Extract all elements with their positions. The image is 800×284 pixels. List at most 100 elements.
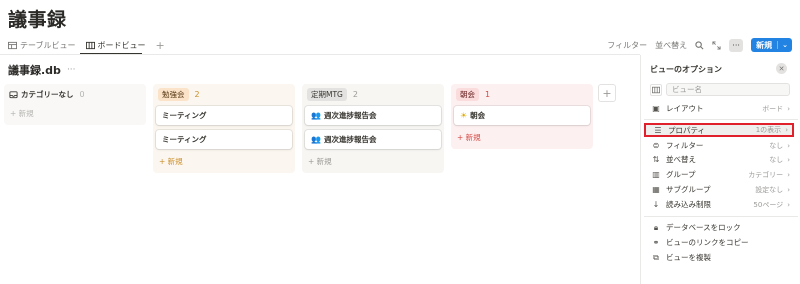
column-header: 勉強会 2 xyxy=(156,87,292,101)
option-group[interactable]: ▥ グループ カテゴリー › xyxy=(644,168,794,181)
table-icon xyxy=(8,41,17,49)
view-name-row: ビュー名 xyxy=(650,83,790,96)
column-header: カテゴリーなし 0 xyxy=(7,87,143,101)
board-column-none: カテゴリーなし 0 + 新規 xyxy=(4,84,146,125)
option-label: レイアウト xyxy=(666,104,704,113)
group-icon: ▥ xyxy=(652,170,660,179)
board-card[interactable]: ミーティング xyxy=(156,106,292,125)
list-icon: ☰ xyxy=(654,125,662,135)
card-title: 週次進捗報告会 xyxy=(323,135,377,144)
people-icon: 👥 xyxy=(311,111,321,120)
subgroup-icon: ▦ xyxy=(652,185,660,194)
board-card[interactable]: ミーティング xyxy=(156,130,292,149)
action-lock-database[interactable]: 🔒︎ データベースをロック xyxy=(644,221,794,234)
chevron-right-icon: › xyxy=(787,185,790,194)
people-icon: 👥 xyxy=(311,135,321,144)
column-name: カテゴリーなし xyxy=(21,89,74,99)
database-title: 議事録.db ··· xyxy=(8,62,76,78)
board-column-mtg: 定期MTG 2 👥 週次進捗報告会 👥 週次進捗報告会 + 新規 xyxy=(302,84,444,173)
card-title: ミーティング xyxy=(162,135,207,144)
new-card-button[interactable]: + 新規 xyxy=(305,155,441,167)
load-limit-icon: ↓ xyxy=(652,200,660,209)
tab-board-view[interactable]: ボードビュー xyxy=(85,38,146,52)
chevron-right-icon: › xyxy=(785,126,788,134)
page-title: 議事録 xyxy=(8,9,67,31)
card-title: 週次進捗報告会 xyxy=(323,111,377,120)
new-card-button[interactable]: + 新規 xyxy=(7,107,143,119)
view-icon-picker[interactable] xyxy=(650,83,662,96)
duplicate-icon: ⧉ xyxy=(653,252,659,262)
action-copy-link[interactable]: ⚭ ビューのリンクをコピー xyxy=(644,236,794,249)
option-value: ボード xyxy=(762,104,784,113)
option-value: なし xyxy=(769,155,784,164)
option-label: サブグループ xyxy=(666,185,711,194)
column-count: 2 xyxy=(194,89,200,99)
option-load-limit[interactable]: ↓ 読み込み制限 50ページ › xyxy=(644,198,794,211)
column-count: 2 xyxy=(352,89,358,99)
option-properties[interactable]: ☰ プロパティ 1の表示 › xyxy=(644,123,794,137)
search-icon[interactable] xyxy=(695,40,704,50)
option-filter[interactable]: ⊜ フィルター なし › xyxy=(644,139,794,152)
lock-icon: 🔒︎ xyxy=(653,222,659,232)
new-card-button[interactable]: + 新規 xyxy=(156,155,292,167)
chevron-right-icon: › xyxy=(787,141,790,150)
panel-title: ビューのオプション xyxy=(650,65,722,74)
column-count: 1 xyxy=(485,89,491,99)
option-label: 読み込み制限 xyxy=(666,200,711,209)
view-toolbar: フィルター 並べ替え ··· 新規 ⌄ xyxy=(607,38,792,52)
new-button-label: 新規 xyxy=(756,40,773,50)
board-column-study: 勉強会 2 ミーティング ミーティング + 新規 xyxy=(153,84,295,173)
action-label: データベースをロック xyxy=(666,223,741,232)
divider xyxy=(644,216,798,217)
divider xyxy=(644,119,798,120)
chevron-down-icon[interactable]: ⌄ xyxy=(777,41,792,49)
new-button[interactable]: 新規 ⌄ xyxy=(751,38,792,52)
inbox-icon xyxy=(9,90,18,98)
database-title-text: 議事録.db xyxy=(8,64,61,77)
close-icon[interactable]: ✕ xyxy=(776,63,787,74)
view-name-input[interactable]: ビュー名 xyxy=(666,83,790,96)
option-subgroup[interactable]: ▦ サブグループ 設定なし › xyxy=(644,183,794,196)
option-sort[interactable]: ⇅ 並べ替え なし › xyxy=(644,153,794,166)
add-group-button[interactable]: + xyxy=(598,84,616,102)
board-icon xyxy=(652,86,660,93)
add-view-button[interactable]: + xyxy=(156,39,165,52)
column-tag: 朝会 xyxy=(456,87,479,101)
tab-board-view-label: ボードビュー xyxy=(97,40,146,50)
filter-icon: ⊜ xyxy=(652,141,660,150)
chevron-right-icon: › xyxy=(787,170,790,179)
board-card[interactable]: ☀ 朝会 xyxy=(454,106,590,125)
option-layout[interactable]: ▣ レイアウト ボード › xyxy=(644,102,794,115)
option-label: フィルター xyxy=(666,141,704,150)
board-card[interactable]: 👥 週次進捗報告会 xyxy=(305,106,441,125)
database-more-icon[interactable]: ··· xyxy=(67,65,76,75)
option-value: 50ページ xyxy=(753,200,784,209)
card-title: ミーティング xyxy=(162,111,207,120)
more-options-button[interactable]: ··· xyxy=(729,38,744,52)
layout-icon: ▣ xyxy=(652,104,660,113)
tab-table-view[interactable]: テーブルビュー xyxy=(8,38,76,52)
sort-button[interactable]: 並べ替え xyxy=(655,40,687,51)
option-value: カテゴリー xyxy=(748,170,784,179)
chevron-right-icon: › xyxy=(787,155,790,164)
option-label: グループ xyxy=(666,170,696,179)
option-value: なし xyxy=(769,141,784,150)
board-column-morning: 朝会 1 ☀ 朝会 + 新規 xyxy=(451,84,593,149)
link-icon: ⚭ xyxy=(652,238,660,247)
board-card[interactable]: 👥 週次進捗報告会 xyxy=(305,130,441,149)
tab-table-view-label: テーブルビュー xyxy=(20,40,76,50)
new-card-button[interactable]: + 新規 xyxy=(454,131,590,143)
sun-icon: ☀ xyxy=(460,111,468,120)
expand-icon[interactable] xyxy=(712,40,721,50)
action-duplicate-view[interactable]: ⧉ ビューを複製 xyxy=(644,251,794,264)
option-label: プロパティ xyxy=(668,125,706,135)
view-options-panel: ビューのオプション ✕ ビュー名 ▣ レイアウト ボード › ☰ プロパティ 1… xyxy=(640,55,800,284)
card-title: 朝会 xyxy=(470,111,486,120)
column-count: 0 xyxy=(79,89,85,99)
option-value: 設定なし xyxy=(755,185,784,194)
column-header: 定期MTG 2 xyxy=(305,87,441,101)
board-icon xyxy=(85,41,95,49)
option-value: 1の表示 xyxy=(755,126,782,134)
option-label: 並べ替え xyxy=(666,155,696,164)
filter-button[interactable]: フィルター xyxy=(607,40,647,51)
